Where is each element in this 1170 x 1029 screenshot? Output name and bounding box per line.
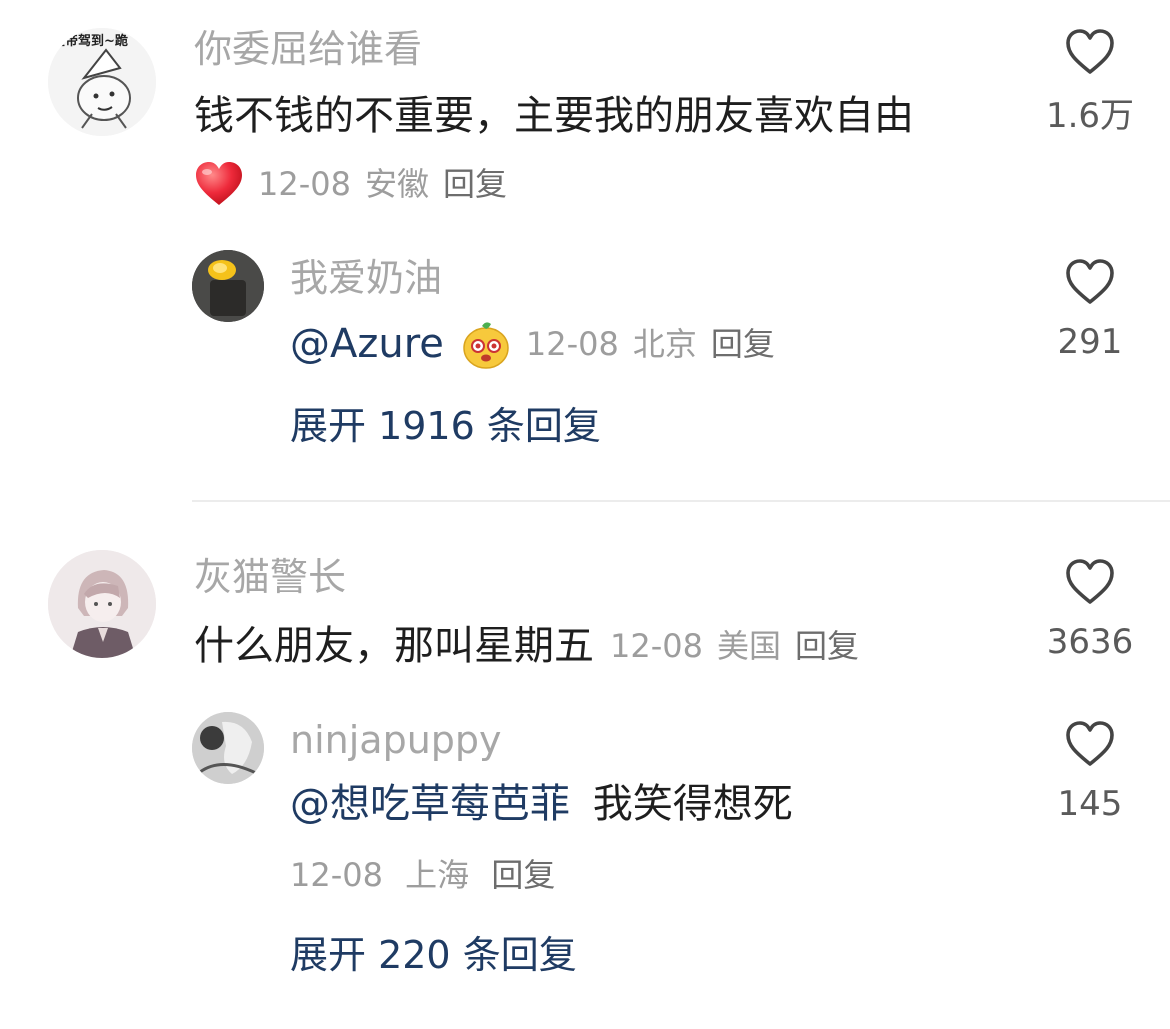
avatar-anime-girl-image [48,550,156,658]
like-count: 3636 [1046,622,1134,662]
expand-replies-button[interactable]: 展开 1916 条回复 [290,403,601,449]
reply-like-button[interactable]: 145 [1020,718,1160,828]
reply-mention[interactable]: @想吃草莓芭菲 [290,781,570,827]
avatar-caption: 皇帝驾到~跪 [52,34,128,49]
comment-location: 美国 [716,627,781,665]
reply-reply-button[interactable]: 回复 [711,324,775,364]
reply-date: 12-08 [525,325,619,363]
reply-button[interactable]: 回复 [443,164,507,204]
reply-like-count: 291 [1057,322,1123,362]
red-heart-emoji [196,162,242,205]
heart-outline-icon[interactable] [1064,720,1116,768]
reply-location: 上海 [405,856,470,894]
reply-text-line: @想吃草莓芭菲 我笑得想死 [290,780,793,828]
comment-text: 钱不钱的不重要，主要我的朋友喜欢自由 [194,93,914,139]
reply-reply-button[interactable]: 回复 [491,856,555,894]
like-button[interactable]: 1.6万 [1020,26,1160,146]
yellow-mascot-emoji [463,322,509,369]
reply-mention[interactable]: @Azure [290,320,444,368]
avatar[interactable] [48,550,156,658]
avatar-candle-image [192,250,264,322]
comment-date: 12-08 [610,627,703,665]
comment-text: 什么朋友，那叫星期五 [194,623,594,669]
reply-meta: 12-08 上海 回复 [290,855,555,895]
reply-avatar[interactable] [192,712,264,784]
reply-username[interactable]: 我爱奶油 [290,256,442,300]
heart-outline-icon[interactable] [1064,258,1116,306]
reply-avatar[interactable] [192,250,264,322]
comment-meta: 12-08 安徽 回复 [194,160,507,208]
comment-date: 12-08 [258,165,351,203]
comment-username[interactable]: 你委屈给谁看 [194,27,422,71]
like-count: 1.6万 [1045,96,1135,136]
heart-outline-icon[interactable] [1064,558,1116,606]
reply-location: 北京 [632,325,697,363]
reply-button[interactable]: 回复 [795,626,859,666]
comment-line: 什么朋友，那叫星期五 12-08 美国 回复 [194,620,859,672]
reply-username[interactable]: ninjapuppy [290,718,502,762]
reply-text: 我笑得想死 [592,781,793,827]
avatar-photo-image [192,712,264,784]
reply-like-button[interactable]: 291 [1020,256,1160,366]
heart-outline-icon[interactable] [1064,28,1116,76]
comment-username[interactable]: 灰猫警长 [194,555,346,599]
divider [192,500,1170,502]
avatar[interactable]: 皇帝驾到~跪 [48,28,156,136]
expand-replies-button[interactable]: 展开 220 条回复 [290,932,577,978]
comment-location: 安徽 [364,165,429,203]
reply-date: 12-08 [290,856,383,894]
like-button[interactable]: 3636 [1020,556,1160,666]
reply-line: @Azure 12-08 北京 回复 [290,318,775,370]
reply-like-count: 145 [1057,784,1123,824]
